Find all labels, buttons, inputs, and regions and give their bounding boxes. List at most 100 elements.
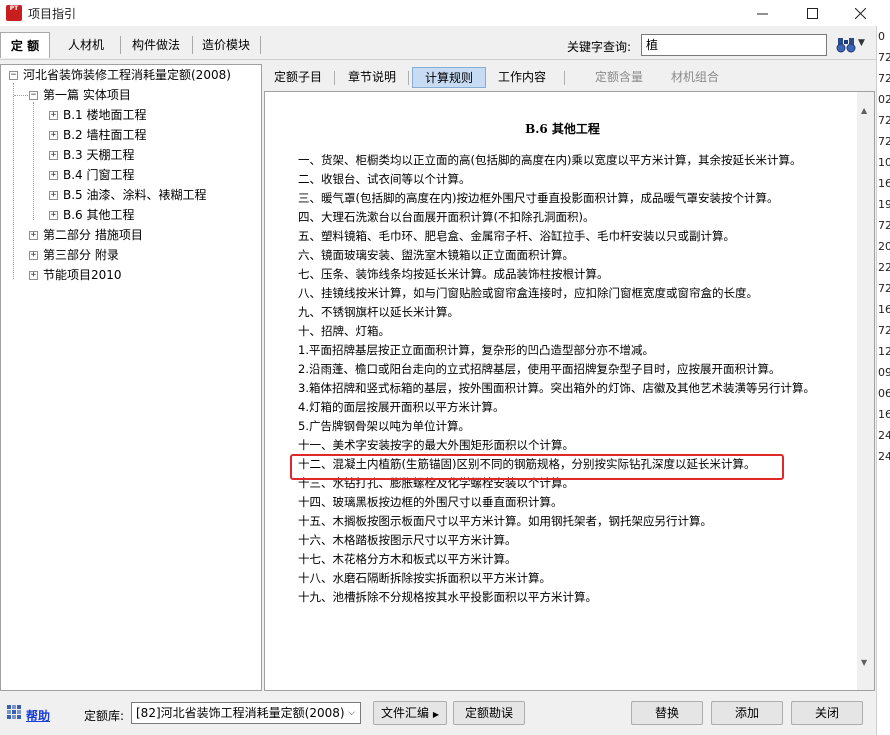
rule-line: 七、压条、装饰线条均按延长米计算。成品装饰柱按根计算。	[298, 267, 609, 281]
background-window-number: 72	[878, 282, 890, 295]
tab-labor-material[interactable]: 人材机	[56, 32, 116, 58]
scroll-up-icon[interactable]: ▲	[861, 106, 867, 115]
file-compilation-button[interactable]: 文件汇编 ▶	[373, 701, 447, 725]
background-window-number: 22	[878, 261, 890, 274]
title-bar: PT 项目指引	[0, 0, 890, 26]
maximize-icon[interactable]	[790, 0, 834, 26]
expand-icon[interactable]: +	[49, 191, 58, 200]
tree-root[interactable]: 河北省装饰装修工程消耗量定额(2008)	[23, 66, 231, 84]
background-window-number: 10	[878, 156, 890, 169]
tree-item-b3[interactable]: B.3 天棚工程	[63, 146, 135, 164]
rule-line: 三、暖气罩(包括脚的高度在内)按边框外围尺寸垂直投影面积计算，成品暖气罩安装按个…	[298, 191, 779, 205]
tab-material-combo[interactable]: 材机组合	[660, 67, 730, 88]
close-button[interactable]: 关闭	[791, 701, 863, 725]
quota-library-select[interactable]: [82]河北省装饰工程消耗量定额(2008) ⌵	[131, 702, 361, 724]
collapse-icon[interactable]: −	[9, 71, 18, 80]
expand-icon[interactable]: +	[49, 211, 58, 220]
expand-icon[interactable]: +	[29, 271, 38, 280]
close-icon[interactable]	[838, 0, 882, 26]
rule-line: 5.广告牌钢骨架以吨为单位计算。	[298, 419, 470, 433]
tree-item-b1[interactable]: B.1 楼地面工程	[63, 106, 147, 124]
background-window-number: 0	[878, 30, 885, 43]
quota-errata-button[interactable]: 定额勘误	[453, 701, 525, 725]
background-window-number: 12	[878, 345, 890, 358]
tree-connector	[14, 95, 28, 96]
window-title: 项目指引	[28, 6, 77, 21]
rule-line: 十八、水磨石隔断拆除按实拆面积以平方米计算。	[298, 571, 551, 585]
quota-library-value: [82]河北省装饰工程消耗量定额(2008)	[136, 706, 345, 720]
rule-line: 1.平面招牌基层按正立面面积计算，复杂形的凹凸造型部分亦不增减。	[298, 343, 654, 357]
tab-calculation-rules[interactable]: 计算规则	[412, 67, 486, 88]
background-window-number: 24	[878, 429, 890, 442]
tree-item-part2[interactable]: 第二部分 措施项目	[43, 226, 143, 244]
tree-item-b2[interactable]: B.2 墙柱面工程	[63, 126, 147, 144]
tab-divider	[408, 71, 409, 85]
rule-line: 九、不锈钢旗杆以延长米计算。	[298, 305, 459, 319]
background-window-number: 16	[878, 408, 890, 421]
rule-line: 一、货架、柜橱类均以正立面的高(包括脚的高度在内)乘以宽度以平方米计算，其余按延…	[298, 153, 802, 167]
tab-work-content[interactable]: 工作内容	[490, 67, 554, 88]
minimize-icon[interactable]	[740, 0, 784, 26]
tree-connector	[33, 102, 34, 220]
background-window-number: 72	[878, 135, 890, 148]
tree-item-part4[interactable]: 节能项目2010	[43, 266, 122, 284]
background-window-edge: 0 72 72 02 72 72 10 16 19 72 20 22 72 16 72 12 09 06 16 24 2…	[876, 26, 890, 735]
rule-line: 十、招牌、灯箱。	[298, 324, 390, 338]
rule-line: 2.沿雨蓬、檐口或阳台走向的立式招牌基层，使用平面招牌复杂型子目时，应按展开面积…	[298, 362, 781, 376]
help-link[interactable]: 帮助	[26, 707, 50, 724]
tree-item-b6[interactable]: B.6 其他工程	[63, 206, 135, 224]
rule-line: 十六、木格踏板按图示尺寸以平方米计算。	[298, 533, 517, 547]
background-window-number: 06	[878, 387, 890, 400]
help-grid-icon[interactable]	[6, 704, 22, 720]
tree-item-part3[interactable]: 第三部分 附录	[43, 246, 119, 264]
background-window-number: 02	[878, 93, 890, 106]
rule-line: 十五、木搁板按图示板面尺寸以平方米计算。如用钢托架者，钢托架应另行计算。	[298, 514, 712, 528]
tab-chapter-notes[interactable]: 章节说明	[340, 67, 404, 88]
content-tabs: 定额子目 章节说明 计算规则 工作内容 定额含量 材机组合	[264, 64, 882, 90]
expand-icon[interactable]: +	[29, 231, 38, 240]
background-window-number: 72	[878, 72, 890, 85]
keyword-search-input[interactable]: 植	[641, 34, 827, 56]
rule-line: 十一、美术字安装按字的最大外围矩形面积以个计算。	[298, 438, 574, 452]
bottom-bar: 帮助 定额库: [82]河北省装饰工程消耗量定额(2008) ⌵ 文件汇编 ▶ …	[0, 694, 876, 735]
tab-quota[interactable]: 定 额	[0, 32, 50, 58]
expand-icon[interactable]: +	[49, 111, 58, 120]
rule-line: 3.箱体招牌和竖式标箱的基层，按外围面积计算。突出箱外的灯饰、店徽及其他艺术装潢…	[298, 381, 815, 395]
tab-cost-module[interactable]: 造价模块	[196, 32, 256, 58]
tree-item-b5[interactable]: B.5 油漆、涂料、裱糊工程	[63, 186, 207, 204]
expand-icon[interactable]: +	[49, 151, 58, 160]
background-window-number: 16	[878, 177, 890, 190]
tree-item-b4[interactable]: B.4 门窗工程	[63, 166, 135, 184]
background-window-number: 72	[878, 219, 890, 232]
background-window-number: 72	[878, 324, 890, 337]
quota-library-label: 定额库:	[84, 709, 125, 723]
expand-icon[interactable]: +	[29, 251, 38, 260]
tab-component-method[interactable]: 构件做法	[124, 32, 188, 58]
scroll-down-icon[interactable]: ▼	[861, 658, 867, 667]
rule-line: 十七、木花格分方木和板式以平方米计算。	[298, 552, 517, 566]
search-options-dropdown-icon[interactable]: ▼	[858, 38, 865, 48]
add-button[interactable]: 添加	[711, 701, 783, 725]
highlight-annotation	[290, 454, 784, 480]
collapse-icon[interactable]: −	[29, 91, 38, 100]
toolbar-divider	[260, 36, 261, 54]
background-window-number: 72	[878, 51, 890, 64]
replace-button[interactable]: 替换	[631, 701, 703, 725]
toolbar-divider	[120, 36, 121, 54]
vertical-scrollbar[interactable]: ▲ ▼	[857, 92, 874, 690]
tab-quota-items[interactable]: 定额子目	[268, 67, 328, 88]
binoculars-search-icon[interactable]	[836, 36, 856, 57]
app-logo-icon: PT	[6, 5, 22, 21]
document-title: B.6 其他工程	[525, 122, 600, 136]
expand-icon[interactable]: +	[49, 131, 58, 140]
chevron-down-icon: ⌵	[348, 708, 355, 718]
rules-document: B.6 其他工程 一、货架、柜橱类均以正立面的高(包括脚的高度在内)乘以宽度以平…	[264, 91, 875, 691]
file-compilation-label: 文件汇编	[381, 706, 430, 720]
tab-divider	[564, 71, 565, 85]
background-window-number: 09	[878, 366, 890, 379]
expand-icon[interactable]: +	[49, 171, 58, 180]
tab-quota-content[interactable]: 定额含量	[584, 67, 654, 88]
tree-item-part1[interactable]: 第一篇 实体项目	[43, 86, 131, 104]
rule-line: 十九、池槽拆除不分规格按其水平投影面积以平方米计算。	[298, 590, 597, 604]
background-window-number: 24	[878, 450, 890, 463]
